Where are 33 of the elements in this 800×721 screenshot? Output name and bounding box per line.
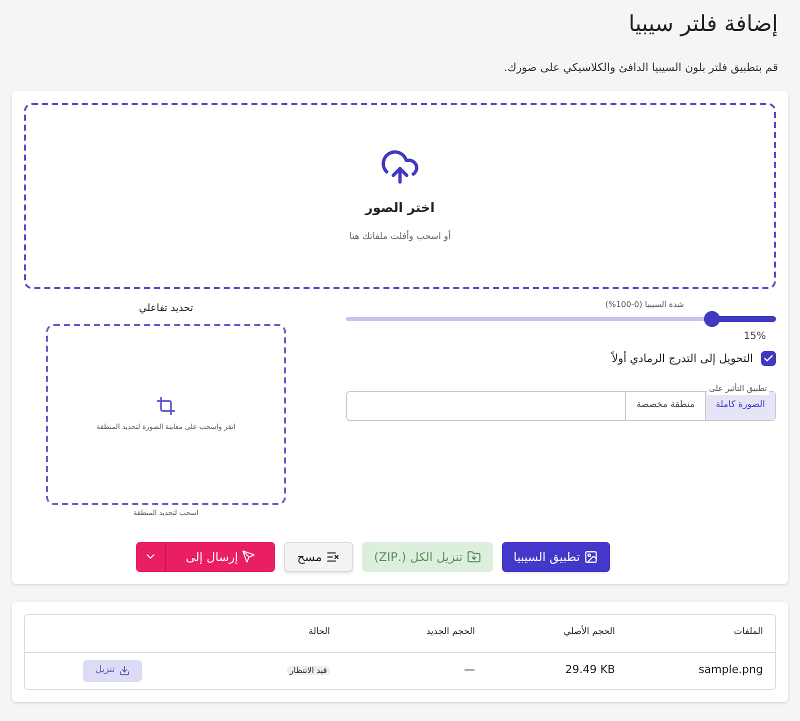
file-name-cell-text: sample.png — [698, 662, 764, 678]
check-icon — [763, 353, 774, 364]
send-button-label[interactable]: إرسال إلى — [166, 542, 276, 572]
download-icon — [118, 665, 130, 676]
original-size-cell-text: 29.49 KB — [564, 662, 615, 678]
clear-button[interactable]: مسح — [284, 542, 353, 572]
slider-thumb[interactable] — [704, 310, 720, 326]
image-icon — [584, 550, 598, 564]
apply-button[interactable]: تطبيق السيبيا — [502, 542, 610, 572]
new-size-cell-text: — — [463, 662, 475, 678]
dropzone-title: اختر الصور — [365, 200, 435, 218]
apply-to-label: تطبيق التأثير على — [706, 383, 769, 395]
intensity-reading: 15% — [744, 330, 766, 344]
dropzone-hint: أو اسحب وأفلت ملفاتك هنا — [349, 230, 451, 244]
slider-track[interactable] — [346, 310, 776, 326]
crop-icon — [156, 396, 176, 416]
column-header: الحالة — [308, 626, 330, 640]
column-header: الحجم الأصلي — [562, 626, 615, 640]
send-icon — [242, 550, 256, 563]
status-badge: قيد الانتظار — [286, 666, 330, 676]
grayscale-label: التحويل إلى التدرج الرمادي أولاً — [612, 350, 753, 367]
page-title: إضافة فلتر سيبيا — [628, 11, 779, 39]
clear-list-icon — [326, 550, 340, 564]
intensity-label: شدة السيبيا (0-100%) — [603, 298, 686, 310]
column-header: الملفات — [732, 626, 764, 640]
grayscale-checkbox[interactable] — [761, 351, 776, 366]
page-description: قم بتطبيق فلتر بلون السيبيا الدافئ والكلاسيكي على صورك. — [502, 60, 779, 76]
column-header: الحجم الجديد — [425, 626, 475, 640]
apply-to-option[interactable]: الصورة كاملة — [704, 392, 775, 420]
folder-icon — [466, 550, 481, 564]
upload-dropzone[interactable]: اختر الصور أو اسحب وأفلت ملفاتك هنا — [24, 102, 776, 288]
crop-title: تحديد تفاعلي — [138, 302, 194, 316]
send-split-button[interactable]: إرسال إلى — [136, 542, 276, 572]
